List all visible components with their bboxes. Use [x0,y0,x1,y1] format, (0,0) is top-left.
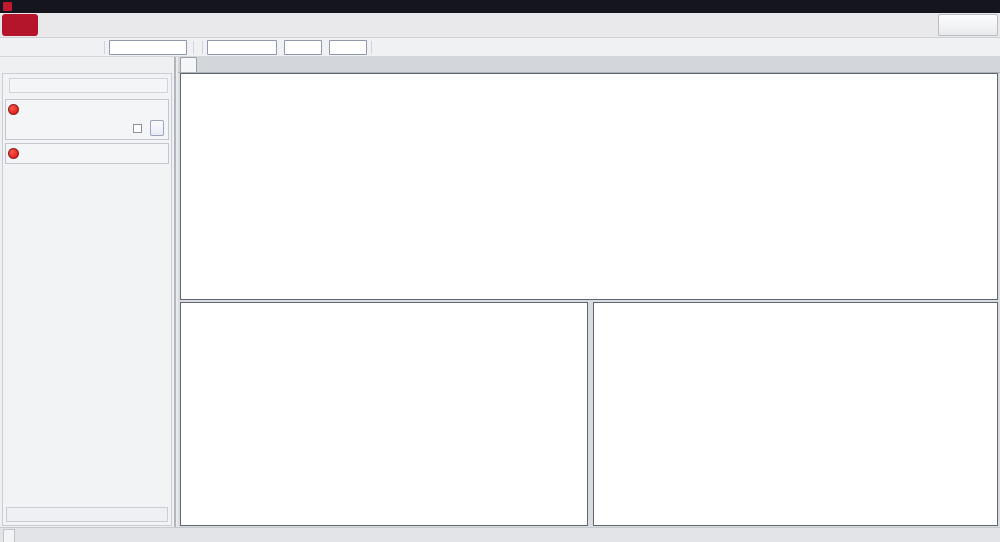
record-icon[interactable] [8,103,19,115]
channel2-panel [5,143,169,164]
record-icon[interactable] [8,147,19,159]
toolbar [0,38,1000,57]
title-bar [0,0,1000,13]
y-scale-dropdown[interactable] [329,39,367,55]
app-logo-icon [3,2,12,11]
application-window [0,0,1000,542]
srs-max-pos-neg-chart[interactable] [181,74,997,299]
recalculate-button[interactable] [150,120,164,136]
toolbar-separator [371,40,372,54]
dp-logo [2,14,38,36]
channel2-header [8,145,166,161]
chart-grid [178,72,1000,528]
channel1-panel [5,99,169,140]
document-tabstrip [178,57,1000,73]
srs-time-chart-panel [180,302,588,526]
channel1-footer [10,120,164,136]
x-scale-dropdown[interactable] [284,39,322,55]
srs-chart-panel [180,73,998,300]
srs-time-chart[interactable] [181,303,587,525]
status-bar [0,527,1000,542]
tab-srs-analysis[interactable] [180,57,197,72]
save-checkbox[interactable] [133,123,142,133]
ribbon [0,13,1000,38]
toolbar-separator [202,40,203,54]
mode-row [6,78,168,93]
toolbar-separator [193,40,194,54]
control-sidebar [0,57,176,528]
main-area [178,57,1000,528]
admin-user-button[interactable] [938,14,998,36]
mode-dropdown[interactable] [9,78,168,93]
toolbar-separator [104,40,105,54]
spectrum-fft-chart[interactable] [594,303,997,525]
run-log-bar[interactable] [6,507,168,522]
channel1-header [8,101,166,117]
acquisition-panel [2,73,172,526]
preset-dropdown[interactable] [109,39,187,55]
spectrum-chart-panel [593,302,998,526]
trace-format-dropdown[interactable] [207,39,277,55]
channel-indicator-tab[interactable] [3,529,15,542]
